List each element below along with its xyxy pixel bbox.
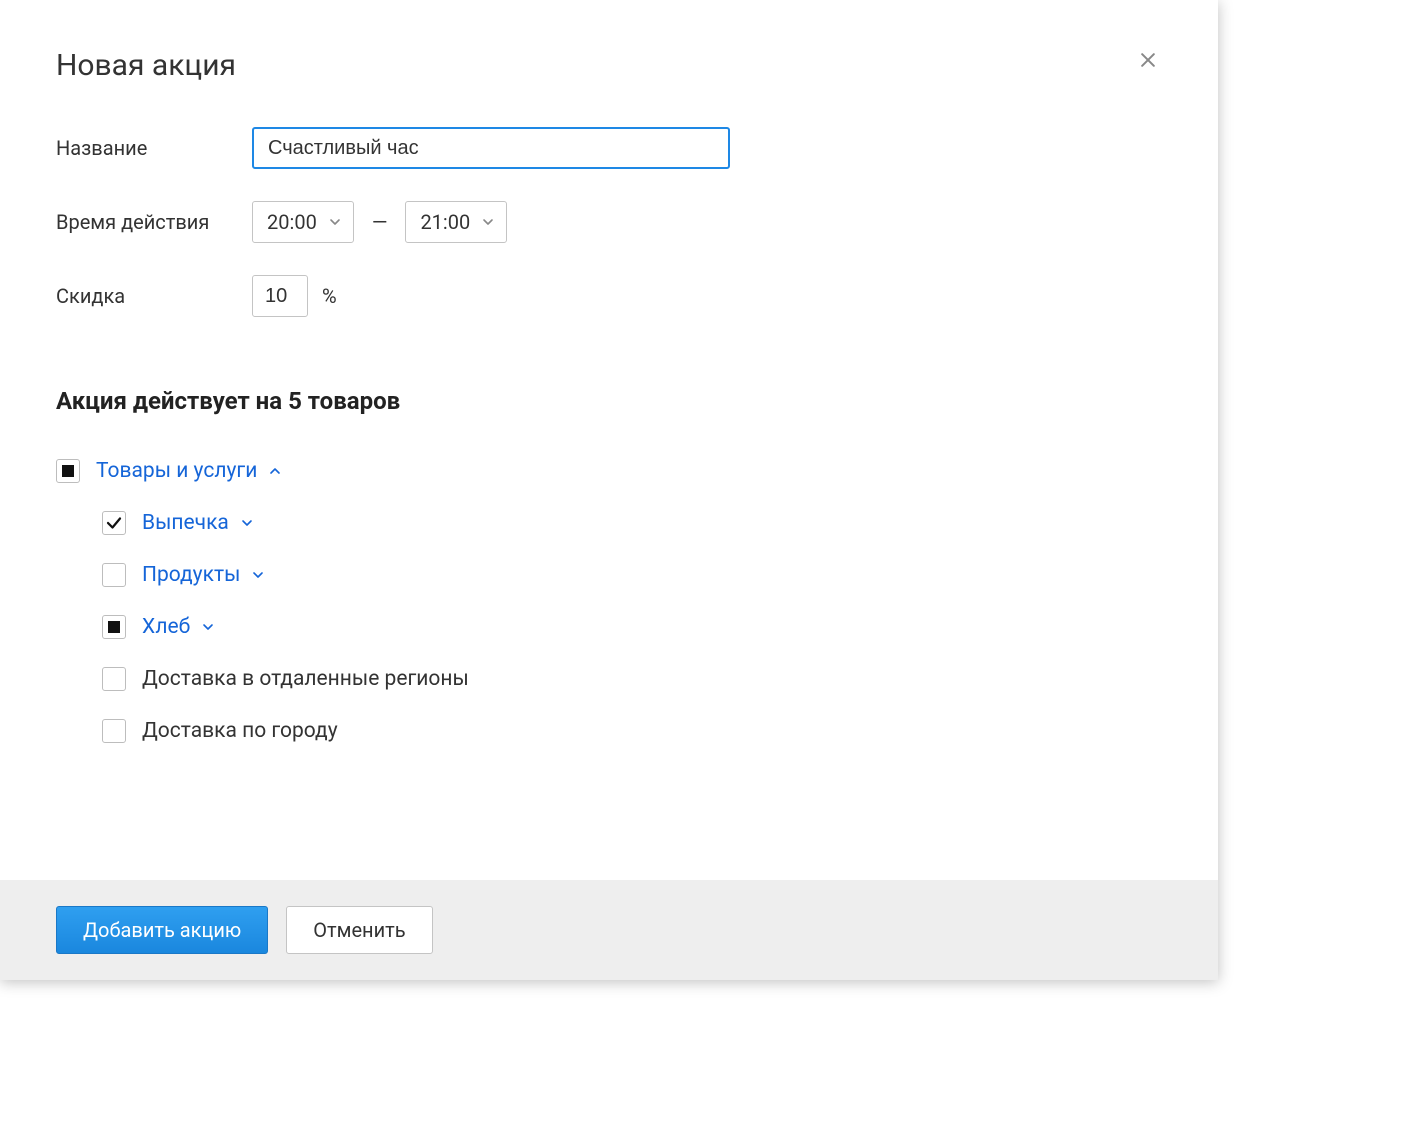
- tree-item: Доставка по городу: [102, 705, 1162, 757]
- cancel-button[interactable]: Отменить: [286, 906, 432, 954]
- tree-children: Выпечка Продукты: [56, 497, 1162, 757]
- chevron-down-icon: [480, 214, 496, 230]
- tree-item: Выпечка: [102, 497, 1162, 549]
- submit-button-label: Добавить акцию: [83, 918, 241, 942]
- tree-item-label[interactable]: Выпечка: [142, 511, 255, 535]
- tree-item-label[interactable]: Продукты: [142, 563, 266, 587]
- tree-root-text: Товары и услуги: [96, 459, 257, 483]
- row-time: Время действия 20:00 — 21:00: [56, 201, 1162, 243]
- chevron-down-icon: [250, 567, 266, 583]
- submit-button[interactable]: Добавить акцию: [56, 906, 268, 954]
- section-title: Акция действует на 5 товаров: [56, 387, 1162, 415]
- time-from-select[interactable]: 20:00: [252, 201, 354, 243]
- name-label: Название: [56, 136, 252, 160]
- chevron-down-icon: [200, 619, 216, 635]
- dialog-body: Новая акция Название Время действия 20:0…: [0, 0, 1218, 880]
- discount-input[interactable]: [252, 275, 308, 317]
- close-button[interactable]: [1134, 48, 1162, 76]
- tree-item-text: Доставка по городу: [142, 719, 338, 743]
- tree-item-label[interactable]: Доставка в отдаленные регионы: [142, 667, 469, 691]
- tree-item: Продукты: [102, 549, 1162, 601]
- dialog-footer: Добавить акцию Отменить: [0, 880, 1218, 980]
- product-tree: Товары и услуги Выпечка: [56, 445, 1162, 757]
- dialog-title: Новая акция: [56, 48, 236, 83]
- discount-label: Скидка: [56, 284, 252, 308]
- tree-item-text: Продукты: [142, 563, 240, 587]
- tree-root-label[interactable]: Товары и услуги: [96, 459, 283, 483]
- tree-item-text: Хлеб: [142, 615, 190, 639]
- checkbox[interactable]: [102, 667, 126, 691]
- close-icon: [1138, 50, 1158, 74]
- name-input[interactable]: [252, 127, 730, 169]
- time-to-value: 21:00: [420, 210, 470, 234]
- chevron-down-icon: [239, 515, 255, 531]
- checkbox-root[interactable]: [56, 459, 80, 483]
- checkbox[interactable]: [102, 719, 126, 743]
- chevron-up-icon: [267, 463, 283, 479]
- checkbox[interactable]: [102, 615, 126, 639]
- tree-item: Доставка в отдаленные регионы: [102, 653, 1162, 705]
- time-label: Время действия: [56, 210, 252, 234]
- tree-item-label[interactable]: Хлеб: [142, 615, 216, 639]
- checkbox[interactable]: [102, 511, 126, 535]
- tree-root-row: Товары и услуги: [56, 445, 1162, 497]
- row-name: Название: [56, 127, 1162, 169]
- dialog: Новая акция Название Время действия 20:0…: [0, 0, 1218, 980]
- row-discount: Скидка %: [56, 275, 1162, 317]
- tree-item-label[interactable]: Доставка по городу: [142, 719, 338, 743]
- tree-item-text: Доставка в отдаленные регионы: [142, 667, 469, 691]
- time-from-value: 20:00: [267, 210, 317, 234]
- checkbox[interactable]: [102, 563, 126, 587]
- cancel-button-label: Отменить: [313, 918, 405, 942]
- time-to-select[interactable]: 21:00: [405, 201, 507, 243]
- tree-item: Хлеб: [102, 601, 1162, 653]
- time-separator: —: [372, 210, 388, 234]
- chevron-down-icon: [327, 214, 343, 230]
- tree-item-text: Выпечка: [142, 511, 229, 535]
- discount-unit: %: [322, 284, 337, 308]
- dialog-header: Новая акция: [56, 48, 1162, 83]
